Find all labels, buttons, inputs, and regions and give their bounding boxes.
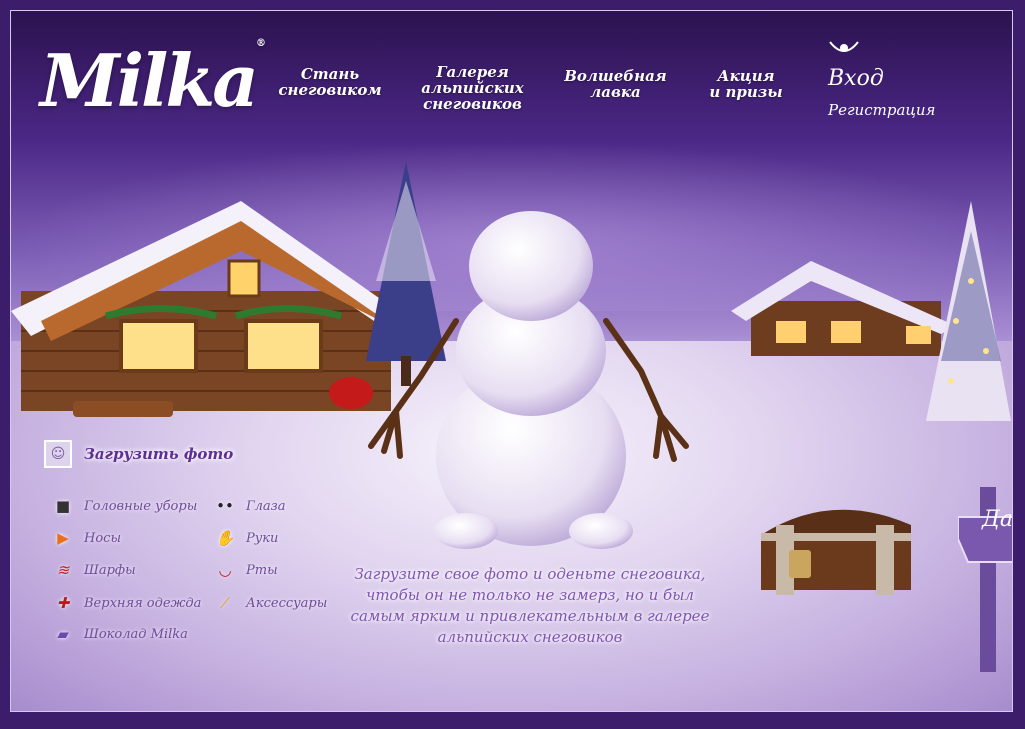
photo-icon: ☺ [44, 440, 72, 468]
treasure-chest[interactable] [751, 495, 921, 615]
eyes-icon: •• [216, 497, 234, 515]
category-hats[interactable]: ■ Головные уборы [50, 497, 197, 515]
nav-promo-prizes[interactable]: Акция и призы [706, 68, 786, 100]
category-accessories[interactable]: ⁄ Аксессуары [212, 594, 328, 612]
category-label: Рты [246, 562, 278, 578]
category-label: Глаза [246, 498, 286, 514]
login-link[interactable]: Вход [828, 66, 884, 91]
category-label: Верхняя одежда [84, 595, 202, 611]
pine-tree-right [926, 201, 1011, 421]
mitten-icon: ✋ [215, 529, 235, 547]
category-label: Аксессуары [246, 595, 328, 611]
carrot-nose-icon: ▶ [57, 529, 69, 547]
upload-photo-label: Загрузить фото [84, 445, 234, 463]
category-eyes[interactable]: •• Глаза [212, 497, 285, 515]
category-label: Шоколад Milka [84, 626, 188, 642]
milka-logo[interactable]: Milka® [40, 38, 266, 123]
cow-icon [829, 41, 859, 52]
category-label: Шарфы [84, 562, 136, 578]
scarf-icon: ≋ [56, 561, 70, 579]
category-hands[interactable]: ✋ Руки [212, 529, 279, 547]
coat-icon: ✚ [56, 594, 70, 612]
intro-caption: Загрузите свое фото и оденьте снеговика,… [350, 565, 710, 646]
category-mouths[interactable]: ◡ Рты [212, 561, 278, 579]
upload-photo-button[interactable]: ☺ Загрузить фото [44, 440, 233, 468]
snowman-illustration [368, 211, 689, 549]
chocolate-icon: ▰ [57, 625, 69, 643]
nav-become-snowman[interactable]: Стань снеговиком [275, 66, 385, 98]
accessory-icon: ⁄ [223, 594, 227, 612]
category-label: Головные уборы [84, 498, 198, 514]
nav-snowman-gallery[interactable]: Галерея альпийских снеговиков [415, 64, 530, 112]
nav-magic-shop[interactable]: Волшебная лавка [558, 68, 673, 100]
category-scarves[interactable]: ≋ Шарфы [50, 561, 136, 579]
category-chocolate[interactable]: ▰ Шоколад Milka [50, 625, 188, 643]
hat-icon: ■ [55, 497, 71, 515]
category-label: Носы [84, 530, 122, 546]
category-noses[interactable]: ▶ Носы [50, 529, 121, 547]
sign-label[interactable]: Да [982, 507, 1013, 532]
category-outerwear[interactable]: ✚ Верхняя одежда [50, 594, 202, 612]
mouth-icon: ◡ [218, 561, 232, 579]
register-link[interactable]: Регистрация [828, 101, 935, 119]
category-label: Руки [246, 530, 279, 546]
